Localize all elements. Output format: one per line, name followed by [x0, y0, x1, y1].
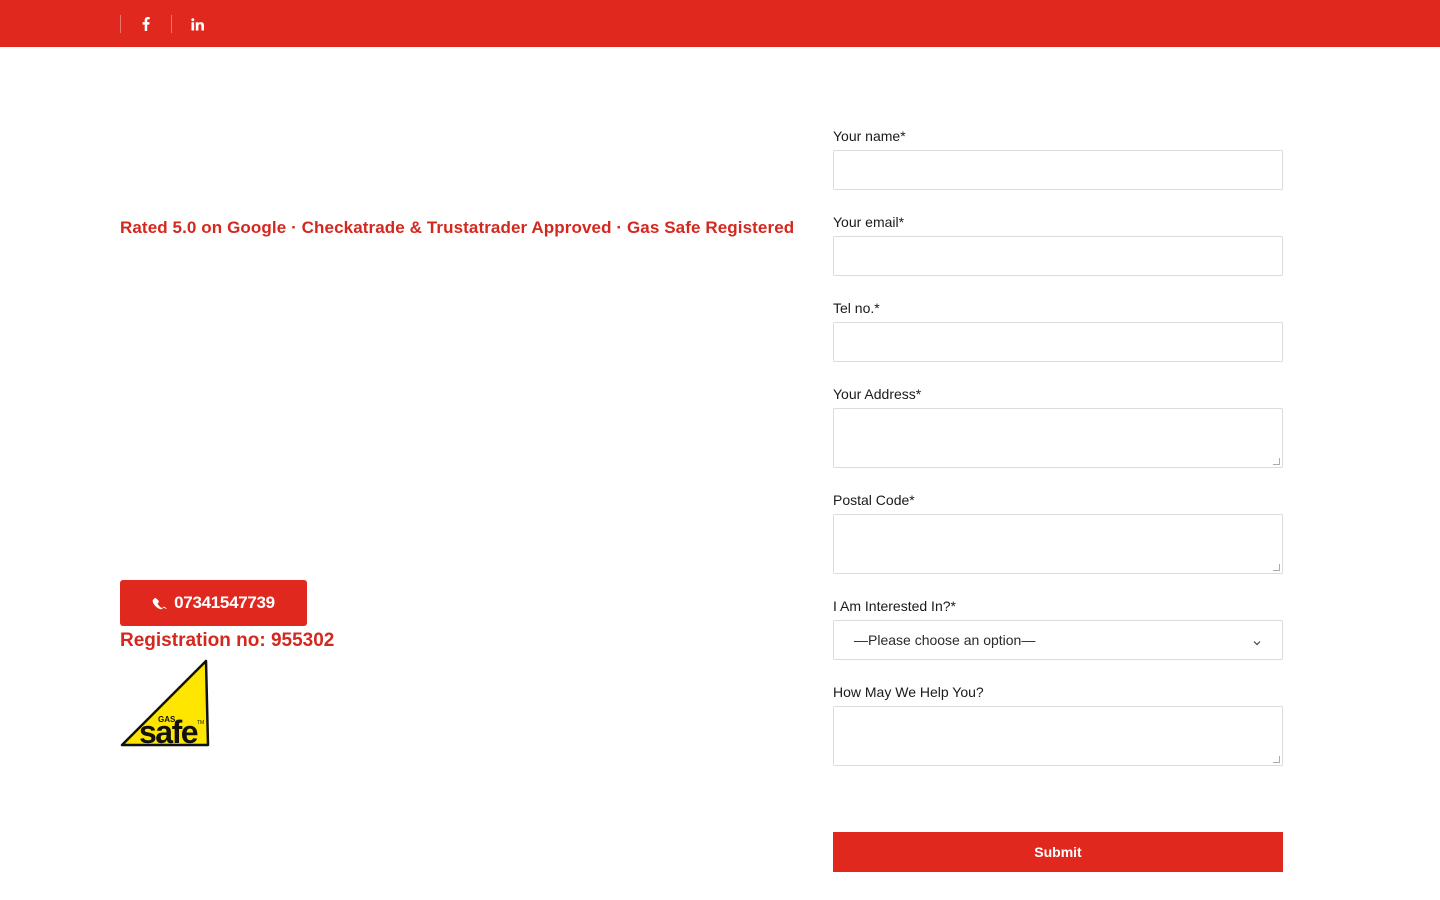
social-links	[120, 13, 222, 35]
interest-selected-value: —Please choose an option—	[854, 632, 1036, 648]
trust-tagline: Rated 5.0 on Google · Checkatrade & Trus…	[120, 218, 795, 237]
tel-label: Tel no.*	[833, 300, 880, 316]
facebook-icon	[142, 17, 150, 31]
phone-number: 07341547739	[174, 593, 275, 612]
registration-number: Registration no: 955302	[120, 630, 335, 651]
svg-text:TM: TM	[197, 720, 204, 726]
name-input[interactable]	[833, 150, 1283, 190]
help-textarea[interactable]	[833, 706, 1283, 766]
linkedin-link[interactable]	[172, 13, 222, 35]
address-label: Your Address*	[833, 386, 922, 402]
submit-button[interactable]: Submit	[833, 832, 1283, 872]
postal-code-textarea[interactable]	[833, 514, 1283, 574]
linkedin-icon	[190, 17, 204, 31]
help-label: How May We Help You?	[833, 684, 984, 700]
address-textarea[interactable]	[833, 408, 1283, 468]
gas-safe-logo: GAS TM safe	[120, 659, 210, 750]
name-label: Your name*	[833, 128, 906, 144]
top-bar	[0, 0, 1440, 47]
phone-icon	[152, 595, 168, 611]
facebook-link[interactable]	[121, 13, 171, 35]
svg-text:safe: safe	[139, 714, 198, 748]
email-input[interactable]	[833, 236, 1283, 276]
email-label: Your email*	[833, 214, 905, 230]
call-button[interactable]: 07341547739	[120, 580, 307, 626]
tel-input[interactable]	[833, 322, 1283, 362]
postal-code-label: Postal Code*	[833, 492, 915, 508]
interest-select[interactable]: —Please choose an option—	[833, 620, 1283, 660]
chevron-down-icon	[1252, 635, 1262, 651]
interest-label: I Am Interested In?*	[833, 598, 956, 614]
